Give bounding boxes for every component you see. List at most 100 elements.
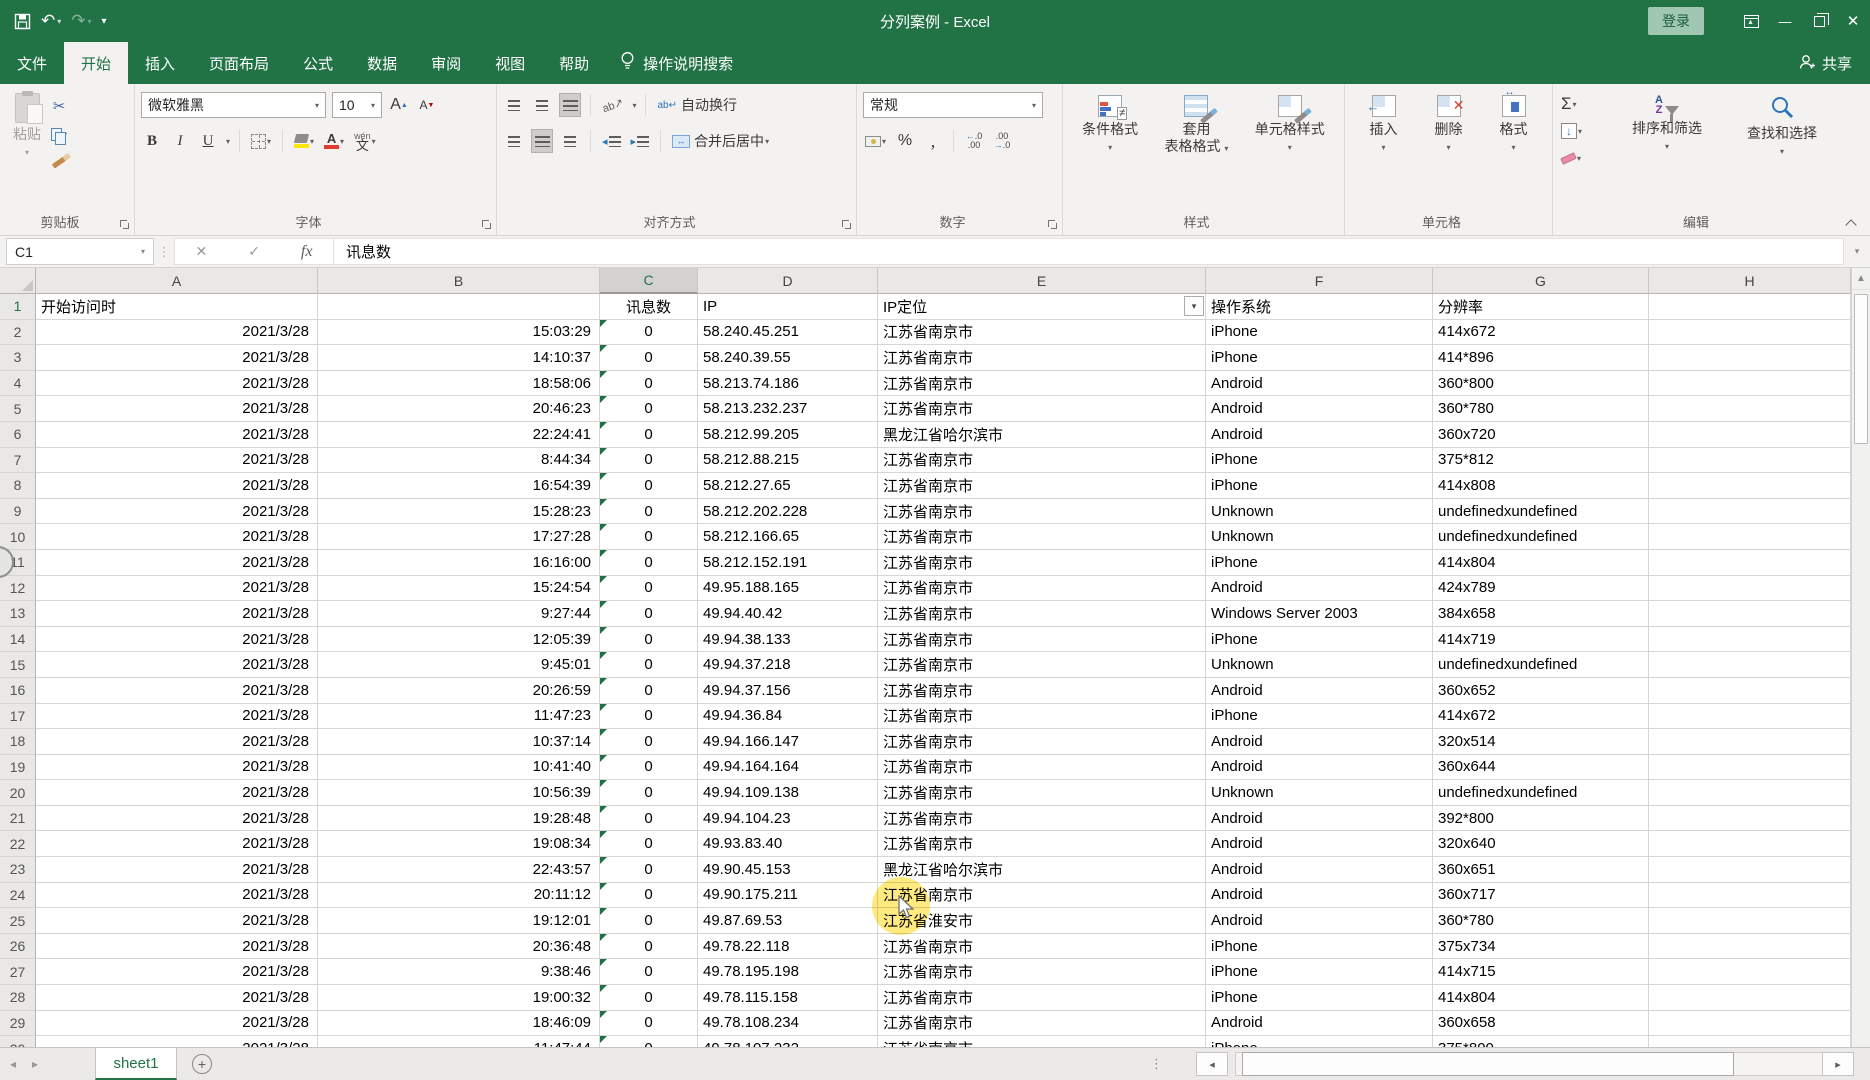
cell-B8[interactable]: 16:54:39 xyxy=(318,473,600,499)
align-left-button[interactable] xyxy=(503,129,525,153)
cell-E3[interactable]: 江苏省南京市 xyxy=(878,345,1206,371)
save-icon[interactable] xyxy=(14,13,31,30)
insert-cells-button[interactable]: ← 插入 ▾ xyxy=(1363,92,1405,159)
tab-area-splitter[interactable]: ⋮ xyxy=(1150,1056,1163,1072)
cell-B14[interactable]: 12:05:39 xyxy=(318,627,600,653)
cancel-entry-icon[interactable]: ✕ xyxy=(195,243,207,260)
cell-G15[interactable]: undefinedxundefined xyxy=(1433,652,1649,678)
cell-A7[interactable]: 2021/3/28 xyxy=(36,448,318,474)
cell-B19[interactable]: 10:41:40 xyxy=(318,755,600,781)
cell-D20[interactable]: 49.94.109.138 xyxy=(698,780,878,806)
orientation-button[interactable]: ab↗ xyxy=(597,89,629,120)
cell-A2[interactable]: 2021/3/28 xyxy=(36,320,318,346)
cell-D25[interactable]: 49.87.69.53 xyxy=(698,908,878,934)
cell-E12[interactable]: 江苏省南京市 xyxy=(878,576,1206,602)
increase-indent-button[interactable]: ▸ xyxy=(629,129,652,153)
column-header-G[interactable]: G xyxy=(1433,268,1649,294)
alignment-dialog-launcher-icon[interactable] xyxy=(842,220,852,230)
ribbon-display-options-icon[interactable] xyxy=(1734,0,1768,42)
borders-button[interactable]: ▾ xyxy=(249,129,273,153)
cell-E13[interactable]: 江苏省南京市 xyxy=(878,601,1206,627)
name-box[interactable]: C1▾ xyxy=(6,238,154,265)
cell-H17[interactable] xyxy=(1649,704,1851,730)
cell-D10[interactable]: 58.212.166.65 xyxy=(698,524,878,550)
tab-文件[interactable]: 文件 xyxy=(0,42,64,84)
cell-F23[interactable]: Android xyxy=(1206,857,1433,883)
bold-button[interactable]: B xyxy=(141,129,163,153)
cell-D30[interactable]: 49.78.107.232 xyxy=(698,1036,878,1047)
scroll-right-icon[interactable]: ▸ xyxy=(1822,1052,1854,1076)
delete-cells-button[interactable]: ✕ 删除 ▾ xyxy=(1428,92,1470,159)
align-middle-button[interactable] xyxy=(531,93,553,117)
cell-C2[interactable]: 0 xyxy=(600,320,698,346)
conditional-formatting-button[interactable]: ≠ 条件格式 ▾ xyxy=(1075,92,1145,160)
cell-D8[interactable]: 58.212.27.65 xyxy=(698,473,878,499)
customize-qat-icon[interactable]: ▾ xyxy=(102,16,107,27)
cell-E22[interactable]: 江苏省南京市 xyxy=(878,831,1206,857)
cell-A17[interactable]: 2021/3/28 xyxy=(36,704,318,730)
cell-C29[interactable]: 0 xyxy=(600,1011,698,1037)
cell-G8[interactable]: 414x808 xyxy=(1433,473,1649,499)
cell-E26[interactable]: 江苏省南京市 xyxy=(878,934,1206,960)
cell-C27[interactable]: 0 xyxy=(600,959,698,985)
cell-F2[interactable]: iPhone xyxy=(1206,320,1433,346)
cell-D23[interactable]: 49.90.45.153 xyxy=(698,857,878,883)
cell-H8[interactable] xyxy=(1649,473,1851,499)
cell-E1[interactable]: IP定位▾ xyxy=(878,294,1206,320)
cell-E2[interactable]: 江苏省南京市 xyxy=(878,320,1206,346)
cell-C10[interactable]: 0 xyxy=(600,524,698,550)
cell-H27[interactable] xyxy=(1649,959,1851,985)
cell-C19[interactable]: 0 xyxy=(600,755,698,781)
cell-F27[interactable]: iPhone xyxy=(1206,959,1433,985)
cell-G14[interactable]: 414x719 xyxy=(1433,627,1649,653)
underline-button[interactable]: U xyxy=(197,129,219,153)
cell-B1[interactable] xyxy=(318,294,600,320)
scroll-up-icon[interactable]: ▲ xyxy=(1852,268,1870,290)
cell-A30[interactable]: 2021/3/28 xyxy=(36,1036,318,1047)
clipboard-dialog-launcher-icon[interactable] xyxy=(120,220,130,230)
cell-D12[interactable]: 49.95.188.165 xyxy=(698,576,878,602)
decrease-indent-button[interactable]: ◂ xyxy=(600,129,623,153)
number-format-select[interactable]: 常规▾ xyxy=(863,92,1043,118)
cell-C1[interactable]: 讯息数 xyxy=(600,294,698,320)
cell-D21[interactable]: 49.94.104.23 xyxy=(698,806,878,832)
phonetic-guide-button[interactable]: wén文 ▾ xyxy=(352,129,378,153)
cell-H14[interactable] xyxy=(1649,627,1851,653)
cell-C25[interactable]: 0 xyxy=(600,908,698,934)
horizontal-scrollbar-thumb[interactable] xyxy=(1242,1052,1734,1076)
cell-G6[interactable]: 360x720 xyxy=(1433,422,1649,448)
row-header-29[interactable]: 29 xyxy=(0,1011,36,1037)
cell-H7[interactable] xyxy=(1649,448,1851,474)
insert-function-icon[interactable]: fx xyxy=(301,243,313,261)
cell-D24[interactable]: 49.90.175.211 xyxy=(698,883,878,909)
cell-C18[interactable]: 0 xyxy=(600,729,698,755)
comma-style-button[interactable]: , xyxy=(922,129,944,153)
cell-F3[interactable]: iPhone xyxy=(1206,345,1433,371)
cell-D2[interactable]: 58.240.45.251 xyxy=(698,320,878,346)
cell-B25[interactable]: 19:12:01 xyxy=(318,908,600,934)
cell-B11[interactable]: 16:16:00 xyxy=(318,550,600,576)
cell-F22[interactable]: Android xyxy=(1206,831,1433,857)
cell-C8[interactable]: 0 xyxy=(600,473,698,499)
cell-D13[interactable]: 49.94.40.42 xyxy=(698,601,878,627)
cell-D18[interactable]: 49.94.166.147 xyxy=(698,729,878,755)
cell-dropdown-icon[interactable]: ▾ xyxy=(1184,296,1204,316)
cell-H11[interactable] xyxy=(1649,550,1851,576)
format-as-table-button[interactable]: 套用 表格格式 ▾ xyxy=(1158,92,1236,160)
sort-filter-button[interactable]: AZ 排序和筛选 ▾ xyxy=(1611,92,1723,170)
cell-H22[interactable] xyxy=(1649,831,1851,857)
cell-B5[interactable]: 20:46:23 xyxy=(318,396,600,422)
cell-B27[interactable]: 9:38:46 xyxy=(318,959,600,985)
cell-G30[interactable]: 375*800 xyxy=(1433,1036,1649,1047)
align-center-button[interactable] xyxy=(531,129,553,153)
row-header-24[interactable]: 24 xyxy=(0,883,36,909)
cell-D4[interactable]: 58.213.74.186 xyxy=(698,371,878,397)
cell-B17[interactable]: 11:47:23 xyxy=(318,704,600,730)
cell-F11[interactable]: iPhone xyxy=(1206,550,1433,576)
cell-C21[interactable]: 0 xyxy=(600,806,698,832)
cell-A29[interactable]: 2021/3/28 xyxy=(36,1011,318,1037)
cell-F15[interactable]: Unknown xyxy=(1206,652,1433,678)
cell-G23[interactable]: 360x651 xyxy=(1433,857,1649,883)
cell-C17[interactable]: 0 xyxy=(600,704,698,730)
formula-input[interactable]: 讯息数 xyxy=(334,238,1844,265)
